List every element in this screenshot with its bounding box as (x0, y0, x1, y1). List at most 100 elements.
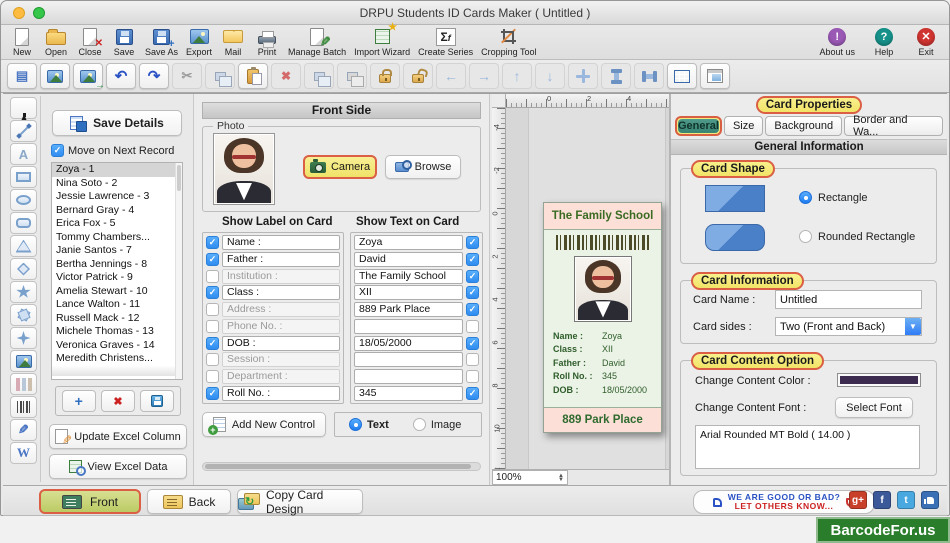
value-checkbox[interactable] (466, 370, 479, 384)
label-checkbox[interactable] (206, 303, 219, 317)
back-side-button[interactable]: Back (147, 489, 231, 514)
edit-cut-button[interactable]: ✂ (172, 63, 202, 89)
update-excel-column-button[interactable]: Update Excel Column (49, 424, 187, 449)
rectangle-radio[interactable] (799, 191, 812, 204)
zoom-stepper-icon[interactable]: ▲ ▼ (558, 473, 564, 483)
rounded-rectangle-radio[interactable] (799, 230, 812, 243)
record-item[interactable]: Meredith Christens... (52, 352, 182, 366)
palette-wordart-tool[interactable]: W (10, 442, 37, 464)
toolbar-about-us[interactable]: ! About us (815, 26, 859, 57)
google-plus-icon[interactable]: g+ (849, 491, 867, 509)
card-preview[interactable]: The Family School Name : Zoya Class : XII Fa… (543, 202, 662, 433)
tab-size[interactable]: Size (723, 116, 764, 136)
record-item[interactable]: Jessie Lawrence - 3 (52, 190, 182, 204)
browse-button[interactable]: Browse (385, 155, 461, 179)
edit-design-note-button[interactable]: ▤ (7, 63, 37, 89)
select-font-button[interactable]: Select Font (835, 397, 913, 418)
tab-general[interactable]: General (675, 116, 722, 136)
toolbar-print[interactable]: Print (250, 26, 284, 57)
toolbar-import-wizard[interactable]: ★ Import Wizard (350, 22, 414, 57)
label-field[interactable]: Phone No. : (222, 318, 340, 334)
toolbar-mail[interactable]: Mail (216, 26, 250, 57)
value-field[interactable]: The Family School (354, 268, 463, 284)
value-field[interactable]: Zoya (354, 235, 463, 250)
record-item[interactable]: Erica Fox - 5 (52, 217, 182, 231)
toolbar-export[interactable]: Export (182, 26, 216, 57)
label-field[interactable]: Name : (222, 235, 340, 250)
label-checkbox[interactable] (206, 269, 219, 283)
label-checkbox[interactable] (206, 286, 219, 300)
record-item[interactable]: Russell Mack - 12 (52, 312, 182, 326)
label-checkbox[interactable] (206, 252, 219, 266)
value-checkbox[interactable] (466, 269, 479, 283)
edit-move-down-button[interactable]: ↓ (535, 63, 565, 89)
like-icon[interactable] (921, 491, 939, 509)
toolbar-close[interactable]: ✕ Close (73, 26, 107, 57)
palette-pointer-tool[interactable] (10, 97, 37, 126)
value-field[interactable] (354, 369, 463, 385)
tab-background[interactable]: Background (765, 116, 843, 136)
value-checkbox[interactable] (466, 252, 479, 266)
card-name-input[interactable] (775, 290, 922, 309)
record-item[interactable]: Lance Walton - 11 (52, 298, 182, 312)
record-item[interactable]: Bertha Jennings - 8 (52, 258, 182, 272)
value-field[interactable]: XII (354, 285, 463, 301)
edit-redo-button[interactable]: ↷ (139, 63, 169, 89)
palette-star4-tool[interactable] (10, 327, 37, 349)
value-field[interactable]: David (354, 251, 463, 267)
records-list[interactable]: Zoya - 1 Nina Soto - 2 Jessie Lawrence - 3… (51, 162, 183, 380)
value-checkbox[interactable] (466, 303, 479, 317)
add-new-control-button[interactable]: Add New Control (202, 412, 326, 437)
record-item[interactable]: Nina Soto - 2 (52, 177, 182, 191)
value-field[interactable]: 18/05/2000 (354, 335, 463, 351)
save-record-button[interactable] (140, 390, 175, 412)
value-checkbox[interactable] (466, 386, 479, 400)
move-next-checkbox[interactable] (51, 144, 64, 157)
palette-signature-tool[interactable]: ✎ (10, 419, 37, 441)
text-radio[interactable] (349, 418, 362, 431)
edit-move-right-button[interactable]: → (469, 63, 499, 89)
delete-record-button[interactable]: ✖ (100, 390, 135, 412)
palette-rounded-rectangle-tool[interactable] (10, 212, 37, 234)
value-field[interactable] (354, 318, 463, 334)
record-item[interactable]: Zoya - 1 (52, 163, 182, 177)
value-field[interactable]: 345 (354, 385, 463, 401)
edit-unlock-button[interactable] (403, 63, 433, 89)
image-radio[interactable] (412, 418, 426, 431)
value-checkbox[interactable] (466, 236, 479, 249)
twitter-icon[interactable]: t (897, 491, 915, 509)
palette-picture-tool[interactable] (10, 350, 37, 372)
view-excel-data-button[interactable]: View Excel Data (49, 454, 187, 479)
record-item[interactable]: Victor Patrick - 9 (52, 271, 182, 285)
label-checkbox[interactable] (206, 336, 219, 350)
toolbar-create-series[interactable]: Σf Create Series (414, 26, 477, 57)
palette-triangle-tool[interactable] (10, 235, 37, 257)
edit-align-horizontal-button[interactable] (634, 63, 664, 89)
edit-move-up-button[interactable]: ↑ (502, 63, 532, 89)
toolbar-save[interactable]: Save (107, 26, 141, 57)
tab-border-and-wa[interactable]: Border and Wa... (844, 114, 943, 138)
rectangle-shape-swatch[interactable] (705, 185, 765, 212)
record-item[interactable]: Tommy Chambers... (52, 231, 182, 245)
edit-paste-button[interactable] (238, 63, 268, 89)
front-side-button[interactable]: Front (39, 489, 141, 514)
edit-send-back-button[interactable] (337, 63, 367, 89)
facebook-icon[interactable]: f (873, 491, 891, 509)
canvas-body[interactable]: The Family School Name : Zoya Class : XII Fa… (506, 108, 669, 469)
edit-page-panel-button[interactable] (700, 63, 730, 89)
student-photo[interactable] (213, 133, 275, 205)
label-checkbox[interactable] (206, 370, 219, 384)
record-item[interactable]: Veronica Graves - 14 (52, 339, 182, 353)
edit-show-grid-button[interactable] (667, 63, 697, 89)
value-field[interactable]: 889 Park Place (354, 302, 463, 318)
palette-starburst-tool[interactable] (10, 304, 37, 326)
toolbar-help[interactable]: ? Help (867, 26, 901, 57)
record-item[interactable]: Michele Thomas - 13 (52, 325, 182, 339)
label-field[interactable]: Institution : (222, 268, 340, 284)
records-scrollbar[interactable] (175, 163, 182, 379)
edit-copy-button[interactable] (205, 63, 235, 89)
value-checkbox[interactable] (466, 286, 479, 300)
edit-bring-front-button[interactable] (304, 63, 334, 89)
horizontal-scrollbar[interactable] (202, 462, 481, 471)
value-checkbox[interactable] (466, 319, 479, 333)
